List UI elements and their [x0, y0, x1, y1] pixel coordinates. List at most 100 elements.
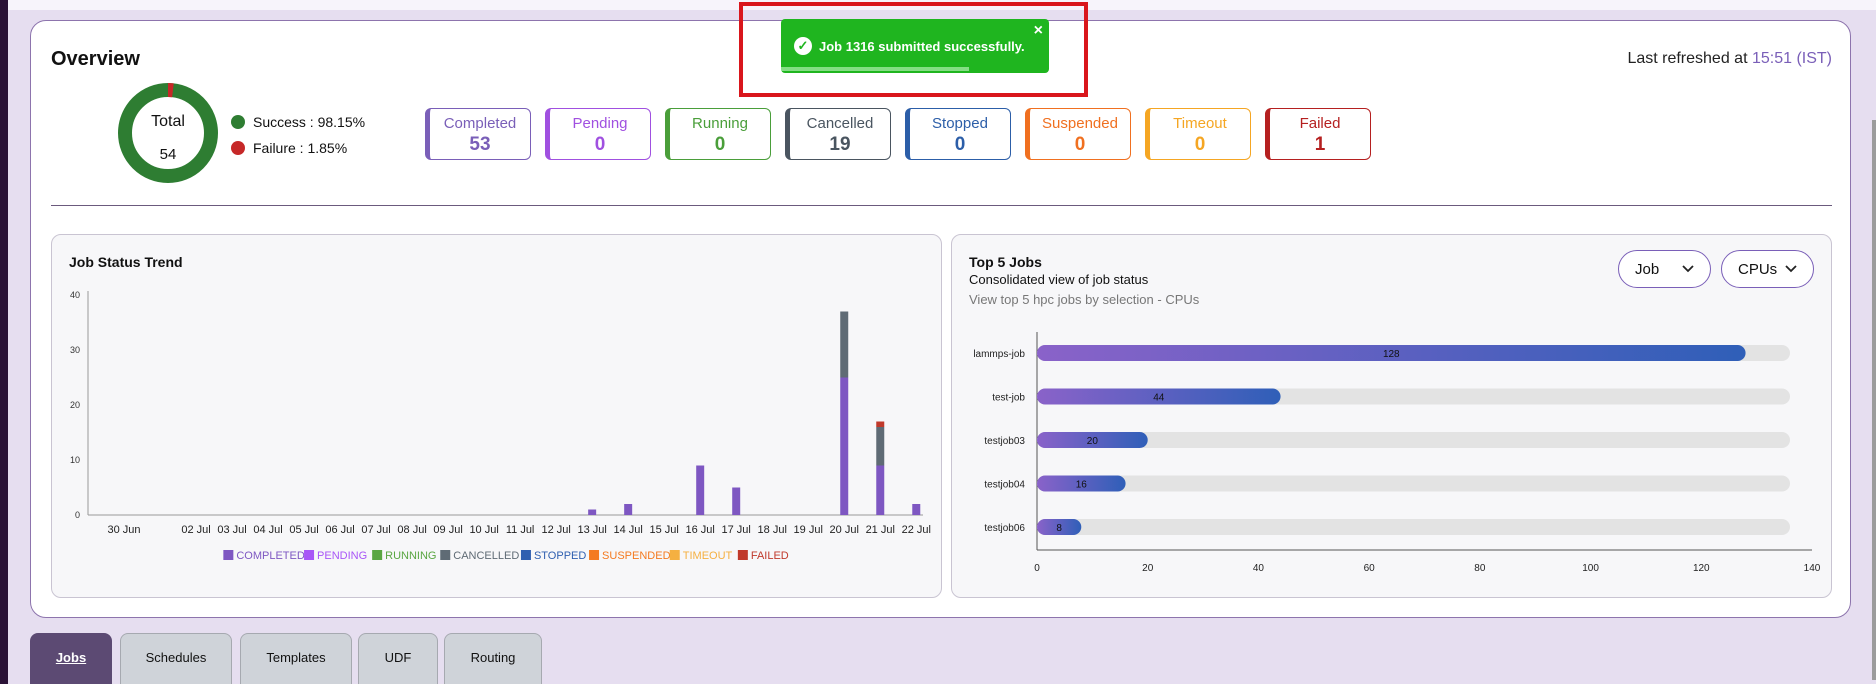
- x-tick-label: 10 Jul: [469, 524, 498, 536]
- x-tick-label: 05 Jul: [289, 524, 318, 536]
- failure-dot-icon: [231, 141, 245, 155]
- stat-card-completed[interactable]: Completed 53: [425, 108, 531, 160]
- success-label: Success : 98.15%: [253, 114, 366, 130]
- stat-value: 0: [714, 134, 726, 155]
- stat-value: 0: [1074, 134, 1086, 155]
- x-tick-label: 20 Jul: [830, 524, 859, 536]
- y-tick-label: 20: [70, 400, 80, 410]
- x-tick-label: 03 Jul: [217, 524, 246, 536]
- bar-value-label: 16: [1076, 480, 1088, 491]
- bar-value-label: 20: [1087, 436, 1099, 447]
- stat-card-failed[interactable]: Failed 1: [1265, 108, 1371, 160]
- bar-segment: [624, 504, 633, 515]
- tab-udf[interactable]: UDF: [358, 633, 438, 684]
- bar-segment: [840, 311, 849, 378]
- x-tick-label: 19 Jul: [794, 524, 823, 536]
- last-refreshed-time: 15:51 (IST): [1751, 50, 1832, 67]
- last-refreshed: Last refreshed at 15:51 (IST): [1627, 50, 1832, 68]
- stat-value: 0: [1194, 134, 1206, 155]
- tab-templates[interactable]: Templates: [240, 633, 352, 684]
- x-tick-label: 15 Jul: [650, 524, 679, 536]
- x-tick-label: 100: [1582, 563, 1599, 574]
- trend-legend: COMPLETED PENDING RUNNING CANCELLED STOPPED S…: [223, 550, 789, 562]
- job-status-trend-chart: 0 10 20 30 40 30 Jun 02 Jul 03 Jul 04 Jul 05 Jul 0…: [70, 290, 931, 562]
- category-label: testjob04: [984, 480, 1025, 491]
- bar-track: [1037, 519, 1790, 535]
- bar-value-label: 128: [1383, 349, 1400, 360]
- x-tick-label: 08 Jul: [397, 524, 426, 536]
- x-tick-label: 30 Jun: [107, 524, 140, 536]
- x-tick-label: 16 Jul: [686, 524, 715, 536]
- top5-jobs-chart: 0 20 40 60 80 100 120 140 lammps-job 128 test-job 4…: [973, 332, 1821, 574]
- stat-card-running[interactable]: Running 0: [665, 108, 771, 160]
- stat-label: Failed: [1299, 115, 1341, 132]
- legend-label: RUNNING: [385, 550, 436, 562]
- stat-card-cancelled[interactable]: Cancelled 19: [785, 108, 891, 160]
- x-tick-label: 140: [1804, 563, 1821, 574]
- bar-segment: [876, 465, 885, 515]
- y-tick-label: 0: [75, 510, 80, 520]
- legend-swatch: [520, 550, 531, 560]
- success-dot-icon: [231, 115, 245, 129]
- y-tick-label: 10: [70, 455, 80, 465]
- bar-track: [1037, 432, 1790, 448]
- bar-segment: [696, 465, 705, 515]
- donut-total-label: Total: [151, 113, 185, 130]
- donut-success-arc: [118, 83, 218, 183]
- total-donut-chart: [118, 83, 218, 183]
- category-label: testjob03: [984, 436, 1025, 447]
- x-tick-label: 20: [1142, 563, 1154, 574]
- bar-track: [1037, 475, 1790, 492]
- stat-label: Suspended: [1042, 115, 1118, 132]
- category-label: testjob06: [984, 523, 1025, 534]
- category-label: lammps-job: [973, 349, 1025, 360]
- stat-label: Timeout: [1173, 115, 1227, 132]
- bar-segment: [876, 421, 885, 427]
- annotation-highlight-box: [739, 2, 1088, 97]
- stat-value: 1: [1314, 134, 1326, 155]
- x-tick-label: 120: [1693, 563, 1710, 574]
- x-tick-label: 06 Jul: [325, 524, 354, 536]
- stat-value: 0: [954, 134, 966, 155]
- y-tick-label: 30: [70, 345, 80, 355]
- stat-card-timeout[interactable]: Timeout 0: [1145, 108, 1251, 160]
- legend-label: CANCELLED: [453, 550, 519, 562]
- x-tick-label: 13 Jul: [577, 524, 606, 536]
- tab-jobs[interactable]: Jobs: [30, 633, 112, 684]
- x-tick-label: 18 Jul: [758, 524, 787, 536]
- stat-label: Completed: [443, 115, 517, 132]
- stat-label: Pending: [572, 115, 628, 132]
- stat-card-pending[interactable]: Pending 0: [545, 108, 651, 160]
- x-tick-label: 40: [1253, 563, 1265, 574]
- overview-divider: [51, 205, 1832, 206]
- tab-schedules[interactable]: Schedules: [120, 633, 232, 684]
- tab-routing[interactable]: Routing: [444, 633, 542, 684]
- x-tick-label: 0: [1034, 563, 1040, 574]
- stat-label: Stopped: [932, 115, 988, 132]
- x-tick-label: 80: [1474, 563, 1486, 574]
- legend-swatch: [589, 550, 600, 560]
- legend-swatch: [304, 550, 315, 560]
- bar-segment: [912, 504, 921, 515]
- bar-segment: [876, 427, 885, 466]
- x-tick-label: 21 Jul: [866, 524, 895, 536]
- left-edge-strip: [0, 0, 8, 684]
- stat-label: Running: [692, 115, 748, 132]
- stat-value: 53: [469, 134, 491, 155]
- stat-card-suspended[interactable]: Suspended 0: [1025, 108, 1131, 160]
- stat-value: 0: [594, 134, 606, 155]
- legend-swatch: [737, 550, 748, 560]
- scrollbar[interactable]: [1872, 120, 1876, 680]
- x-tick-label: 17 Jul: [722, 524, 751, 536]
- legend-swatch: [223, 550, 234, 560]
- last-refreshed-label: Last refreshed at: [1627, 50, 1748, 67]
- legend-swatch: [669, 550, 680, 560]
- failure-label: Failure : 1.85%: [253, 140, 348, 156]
- stat-value: 19: [829, 134, 851, 155]
- stat-card-stopped[interactable]: Stopped 0: [905, 108, 1011, 160]
- category-label: test-job: [992, 393, 1025, 404]
- x-tick-label: 04 Jul: [253, 524, 282, 536]
- bar-segment: [840, 377, 849, 515]
- bar-value-label: 44: [1153, 393, 1165, 404]
- legend-swatch: [440, 550, 451, 560]
